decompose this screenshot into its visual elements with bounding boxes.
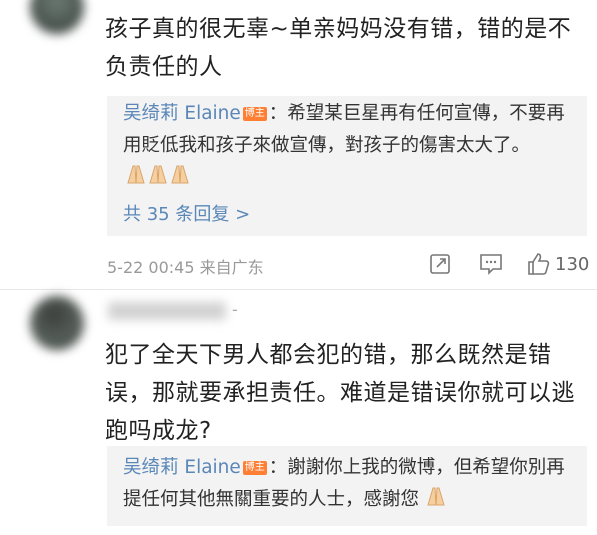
- thumbs-up-icon: [528, 253, 550, 275]
- reply-box[interactable]: 吴绮莉 Elaine 博主 ：謝謝你上我的微博，但希望你別再提任何其他無關重要的人士…: [107, 446, 587, 526]
- location: 来自广东: [199, 258, 264, 277]
- divider: [0, 289, 597, 290]
- timestamp: 5-22 00:45: [107, 258, 195, 277]
- reply-author-link[interactable]: 吴绮莉 Elaine: [123, 103, 241, 124]
- comment-icon: [480, 254, 502, 275]
- author-badge: 博主: [242, 107, 267, 121]
- comment-text: 犯了全天下男人都会犯的错，那么既然是错误，那就要承担责任。难道是错误你就可以逃跑…: [105, 342, 575, 444]
- avatar[interactable]: [30, 296, 84, 350]
- like-count: 130: [555, 253, 590, 275]
- comment-button[interactable]: [478, 250, 504, 278]
- share-button[interactable]: [428, 250, 452, 278]
- comment-meta: 5-22 00:45 来自广东: [107, 254, 264, 278]
- reply-content: 吴绮莉 Elaine 博主 ：希望某巨星再有任何宣傳，不要再用貶低我和孩子來做宣傳，…: [123, 98, 573, 196]
- share-icon: [430, 254, 450, 274]
- username-redacted[interactable]: [108, 302, 226, 320]
- pray-emoji-icon: [123, 163, 189, 196]
- username-suffix: -: [232, 300, 238, 319]
- like-button[interactable]: 130: [525, 250, 589, 278]
- author-badge: 博主: [242, 461, 267, 475]
- pray-emoji-icon: [425, 485, 449, 518]
- reply-box[interactable]: 吴绮莉 Elaine 博主 ：希望某巨星再有任何宣傳，不要再用貶低我和孩子來做宣傳，…: [107, 96, 587, 236]
- comment-text: 孩子真的很无辜~单亲妈妈没有错，错的是不负责任的人: [105, 16, 572, 80]
- reply-author-link[interactable]: 吴绮莉 Elaine: [123, 457, 241, 478]
- reply-content: 吴绮莉 Elaine 博主 ：謝謝你上我的微博，但希望你別再提任何其他無關重要的人士…: [123, 452, 573, 518]
- avatar[interactable]: [30, 0, 84, 34]
- more-replies-link[interactable]: 共 35 条回复 >: [123, 200, 250, 226]
